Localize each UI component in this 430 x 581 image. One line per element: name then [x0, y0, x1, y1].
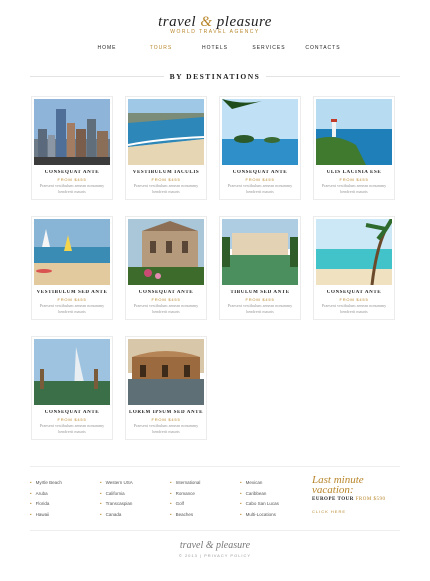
- divider: [30, 76, 164, 77]
- destination-price: FROM $455: [245, 177, 275, 182]
- destination-title[interactable]: ULIS LACINIA ESE: [314, 170, 394, 175]
- destination-card[interactable]: VESTIBULUM SED ANTE FROM $455 Praesent v…: [31, 216, 113, 320]
- destination-title[interactable]: TIBULUM SED ANTE: [220, 290, 300, 295]
- destination-description: Praesent vestibulum aenean nonummy hendr…: [227, 183, 293, 194]
- destination-price: FROM $455: [57, 417, 87, 422]
- destination-title[interactable]: CONSEQUAT ANTE: [220, 170, 300, 175]
- footer-link[interactable]: • Western USA: [100, 480, 133, 491]
- destination-photo[interactable]: [34, 99, 110, 165]
- destination-price: FROM $455: [339, 297, 369, 302]
- footer-link[interactable]: • Aruba: [30, 491, 62, 502]
- footer-link[interactable]: • Cabo San Lucas: [240, 501, 279, 512]
- destination-card[interactable]: CONSEQUAT ANTE FROM $455 Praesent vestib…: [31, 336, 113, 440]
- destination-description: Praesent vestibulum aenean nonummy hendr…: [321, 303, 387, 314]
- footer-link[interactable]: • Romance: [170, 491, 200, 502]
- footer-link[interactable]: • Golf: [170, 501, 200, 512]
- destination-price: FROM $455: [57, 177, 87, 182]
- divider: [266, 76, 400, 77]
- copyright: © 2013 | PRIVACY POLICY: [178, 553, 252, 558]
- footer-column-2: • Western USA • California • Transcaspian •…: [100, 480, 133, 522]
- destination-price: FROM $455: [245, 297, 275, 302]
- footer-link[interactable]: • Transcaspian: [100, 501, 133, 512]
- logo-tagline: WORLD TRAVEL AGENCY: [170, 29, 260, 35]
- destination-description: Praesent vestibulum aenean nonummy hendr…: [133, 183, 199, 194]
- nav-services[interactable]: SERVICES: [242, 45, 296, 51]
- destination-description: Praesent vestibulum aenean nonummy hendr…: [133, 423, 199, 434]
- footer-link[interactable]: • Canada: [100, 512, 133, 523]
- footer-link[interactable]: • Mexican: [240, 480, 279, 491]
- destination-price: FROM $455: [151, 297, 181, 302]
- destination-title[interactable]: CONSEQUAT ANTE: [314, 290, 394, 295]
- destination-photo[interactable]: [34, 219, 110, 285]
- footer-logo[interactable]: travel & pleasure: [0, 540, 430, 551]
- nav-home[interactable]: HOME: [80, 45, 134, 51]
- destination-price: FROM $455: [57, 297, 87, 302]
- destination-price: FROM $455: [151, 417, 181, 422]
- footer-link[interactable]: • Caribbean: [240, 491, 279, 502]
- destination-card[interactable]: CONSEQUAT ANTE FROM $455 Praesent vestib…: [219, 96, 301, 200]
- footer-column-4: • Mexican • Caribbean • Cabo San Lucas • Mul…: [240, 480, 279, 522]
- destination-card[interactable]: VESTIBULUM IACULIS FROM $455 Praesent ve…: [125, 96, 207, 200]
- destination-title[interactable]: VESTIBULUM IACULIS: [126, 170, 206, 175]
- destination-description: Praesent vestibulum aenean nonummy hendr…: [133, 303, 199, 314]
- destination-description: Praesent vestibulum aenean nonummy hendr…: [321, 183, 387, 194]
- footer-link[interactable]: • International: [170, 480, 200, 491]
- destination-card[interactable]: CONSEQUAT ANTE FROM $455 Praesent vestib…: [313, 216, 395, 320]
- footer-link[interactable]: • Beaches: [170, 512, 200, 523]
- promo-tour: EUROPE TOUR FROM $590: [312, 497, 386, 502]
- last-minute-title: Last minute vacation:: [312, 474, 364, 496]
- destination-card[interactable]: TIBULUM SED ANTE FROM $455 Praesent vest…: [219, 216, 301, 320]
- destination-price: FROM $455: [151, 177, 181, 182]
- section-title-text: BY DESTINATIONS: [169, 72, 261, 81]
- footer-divider: [30, 530, 400, 531]
- destination-photo[interactable]: [34, 339, 110, 405]
- destination-card[interactable]: CONSEQUAT ANTE FROM $455 Praesent vestib…: [31, 96, 113, 200]
- destination-photo[interactable]: [316, 99, 392, 165]
- destination-description: Praesent vestibulum aenean nonummy hendr…: [39, 303, 105, 314]
- destination-title[interactable]: VESTIBULUM SED ANTE: [32, 290, 112, 295]
- main-nav: HOME TOURS HOTELS SERVICES CONTACTS: [0, 45, 430, 51]
- destination-photo[interactable]: [222, 99, 298, 165]
- section-title: BY DESTINATIONS: [30, 72, 400, 81]
- destination-photo[interactable]: [222, 219, 298, 285]
- destination-title[interactable]: CONSEQUAT ANTE: [32, 410, 112, 415]
- site-logo[interactable]: travel & pleasure WORLD TRAVEL AGENCY: [0, 14, 430, 35]
- footer-column-3: • International • Romance • Golf • Beaches: [170, 480, 200, 522]
- footer-column-1: • Myrtle Beach • Aruba • Florida • Hawaii: [30, 480, 62, 522]
- destination-card[interactable]: ULIS LACINIA ESE FROM $455 Praesent vest…: [313, 96, 395, 200]
- destination-description: Praesent vestibulum aenean nonummy hendr…: [39, 183, 105, 194]
- destination-photo[interactable]: [128, 99, 204, 165]
- nav-contacts[interactable]: CONTACTS: [296, 45, 350, 51]
- destination-price: FROM $455: [339, 177, 369, 182]
- destination-photo[interactable]: [128, 219, 204, 285]
- destination-photo[interactable]: [128, 339, 204, 405]
- destination-title[interactable]: CONSEQUAT ANTE: [32, 170, 112, 175]
- last-minute-promo: Last minute vacation: EUROPE TOUR FROM $…: [312, 474, 402, 515]
- destination-title[interactable]: LOREM IPSUM SED ANTE: [126, 410, 206, 415]
- nav-hotels[interactable]: HOTELS: [188, 45, 242, 51]
- footer-link[interactable]: • Myrtle Beach: [30, 480, 62, 491]
- footer-link[interactable]: • Multi-Locations: [240, 512, 279, 523]
- destination-description: Praesent vestibulum aenean nonummy hendr…: [227, 303, 293, 314]
- footer-link[interactable]: • Florida: [30, 501, 62, 512]
- footer-divider: [30, 466, 400, 467]
- destination-title[interactable]: CONSEQUAT ANTE: [126, 290, 206, 295]
- footer-link[interactable]: • Hawaii: [30, 512, 62, 523]
- click-here-link[interactable]: CLICK HERE: [312, 509, 402, 514]
- destination-photo[interactable]: [316, 219, 392, 285]
- nav-tours[interactable]: TOURS: [134, 45, 188, 51]
- destination-card[interactable]: CONSEQUAT ANTE FROM $455 Praesent vestib…: [125, 216, 207, 320]
- footer-link[interactable]: • California: [100, 491, 133, 502]
- destination-card[interactable]: LOREM IPSUM SED ANTE FROM $455 Praesent …: [125, 336, 207, 440]
- destination-description: Praesent vestibulum aenean nonummy hendr…: [39, 423, 105, 434]
